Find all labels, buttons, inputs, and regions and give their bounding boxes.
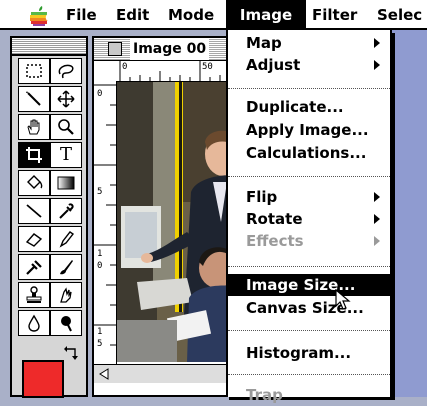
gradient-icon[interactable] (50, 170, 82, 196)
submenu-arrow-icon (374, 192, 380, 202)
menu-item-map[interactable]: Map (228, 32, 390, 54)
menu-mode[interactable]: Mode (168, 0, 214, 28)
pencil-icon[interactable] (50, 226, 82, 252)
menu-item-label: Map (246, 34, 282, 52)
menu-item-calculations[interactable]: Calculations... (228, 142, 390, 164)
hand-icon[interactable] (18, 114, 50, 140)
menu-item-duplicate[interactable]: Duplicate... (228, 96, 390, 118)
marquee-icon[interactable] (18, 58, 50, 84)
toolbox-palette: T (10, 36, 88, 398)
menu-item-canvas-size[interactable]: Canvas Size... (228, 297, 390, 319)
lasso-icon[interactable] (50, 58, 82, 84)
image-menu-dropdown: Map Adjust Duplicate... Apply Image... C… (226, 30, 392, 404)
ruler-label: 5 (97, 187, 103, 197)
menu-item-trap: Trap (246, 386, 283, 404)
menu-edit[interactable]: Edit (116, 0, 149, 28)
rubber-stamp-icon[interactable] (18, 282, 50, 308)
dodge-icon[interactable] (50, 310, 82, 336)
smudge-icon[interactable] (50, 282, 82, 308)
menu-separator (228, 330, 390, 331)
menu-item-image-size[interactable]: Image Size... (228, 274, 390, 296)
blur-icon[interactable] (18, 310, 50, 336)
apple-menu-icon[interactable] (28, 5, 50, 27)
menu-item-adjust[interactable]: Adjust (228, 54, 390, 76)
line-icon[interactable] (18, 198, 50, 224)
menu-item-flip[interactable]: Flip (228, 186, 390, 208)
submenu-arrow-icon (374, 38, 380, 48)
menu-bar: File Edit Mode Image Filter Selec (0, 0, 427, 30)
menu-filter[interactable]: Filter (312, 0, 357, 28)
airbrush-icon[interactable] (18, 254, 50, 280)
menu-item-effects: Effects (228, 230, 390, 252)
menu-image[interactable]: Image (226, 0, 306, 28)
menu-separator (228, 374, 390, 375)
menu-separator (228, 88, 390, 89)
scroll-left-arrow-icon[interactable] (96, 366, 112, 382)
ruler-label: 1 (97, 327, 103, 337)
menu-item-label: Effects (246, 232, 304, 250)
move-icon[interactable] (50, 86, 82, 112)
menu-item-label: Flip (246, 188, 278, 206)
menu-item-apply-image[interactable]: Apply Image... (228, 119, 390, 141)
type-icon[interactable]: T (50, 142, 82, 168)
paintbrush-icon[interactable] (50, 254, 82, 280)
document-title: Image 00 (130, 38, 210, 60)
desktop-background (390, 30, 427, 397)
submenu-arrow-icon (374, 236, 380, 246)
ruler-label: 0 (122, 62, 128, 72)
menu-separator (228, 266, 390, 267)
foreground-color-swatch[interactable] (22, 360, 64, 398)
submenu-arrow-icon (374, 214, 380, 224)
swap-colors-icon[interactable] (62, 346, 80, 364)
menu-item-label: Adjust (246, 56, 301, 74)
close-box-icon[interactable] (108, 42, 122, 56)
ruler-label: 0 (97, 89, 103, 99)
submenu-arrow-icon (374, 60, 380, 70)
ruler-label: 5 (97, 339, 103, 349)
menu-item-label: Rotate (246, 210, 303, 228)
crop-icon[interactable] (18, 142, 50, 168)
menu-item-rotate[interactable]: Rotate (228, 208, 390, 230)
eraser-icon[interactable] (18, 226, 50, 252)
zoom-icon[interactable] (50, 114, 82, 140)
mouse-pointer-icon (335, 289, 351, 310)
eyedropper-icon[interactable] (50, 198, 82, 224)
vertical-ruler: 0 5 1 0 1 5 (94, 81, 117, 381)
menu-separator (228, 176, 390, 177)
toolbox-titlebar[interactable] (12, 38, 86, 56)
ruler-label: 0 (97, 261, 103, 271)
ruler-label: 50 (202, 62, 213, 72)
menu-select[interactable]: Selec (377, 0, 422, 28)
magic-wand-icon[interactable] (18, 86, 50, 112)
ruler-label: 1 (97, 249, 103, 259)
paint-bucket-icon[interactable] (18, 170, 50, 196)
menu-file[interactable]: File (66, 0, 97, 28)
menu-item-histogram[interactable]: Histogram... (228, 342, 390, 364)
